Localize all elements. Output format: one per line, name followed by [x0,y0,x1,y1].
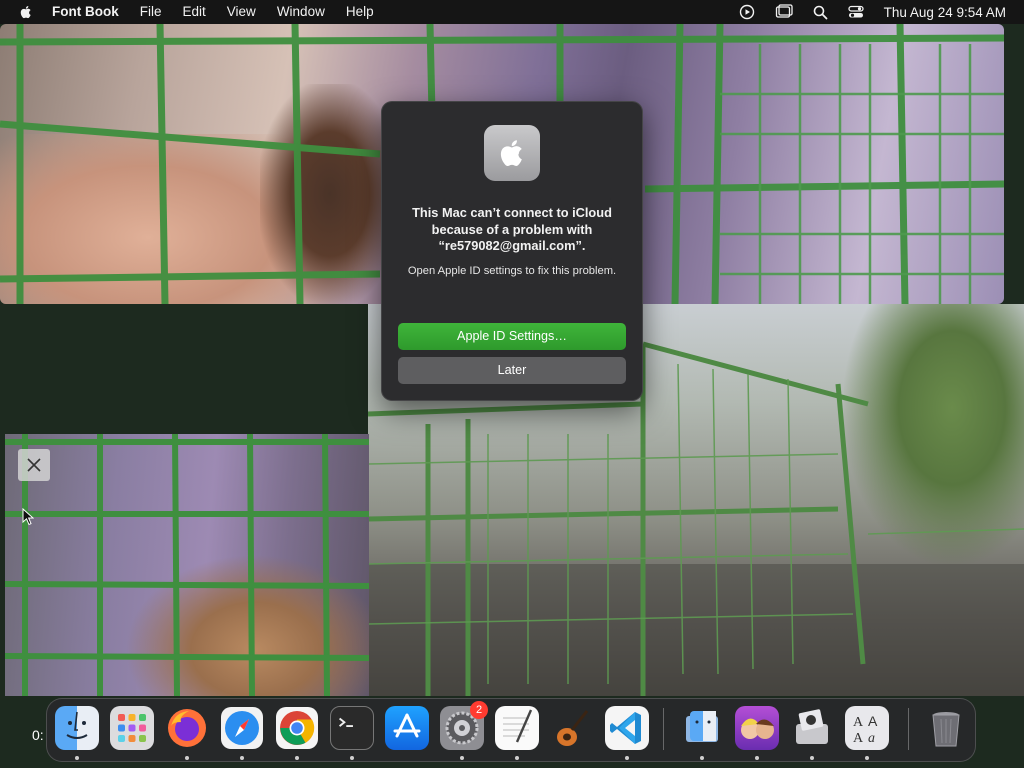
menu-file[interactable]: File [140,0,162,24]
monkey-shape [260,84,400,304]
running-indicator [625,756,629,760]
menu-view[interactable]: View [227,0,256,24]
terminal-icon[interactable] [330,706,374,750]
safari-icon[interactable] [220,706,264,750]
monkey-shape-2 [125,554,369,696]
menu-edit[interactable]: Edit [183,0,206,24]
close-icon [27,458,41,472]
trees-shape [844,304,1024,564]
dialog-title: This Mac can’t connect to iCloud because… [412,205,612,253]
apple-menu-icon[interactable] [18,4,34,20]
later-button[interactable]: Later [398,357,626,384]
video-close-button[interactable] [18,449,50,481]
menu-window[interactable]: Window [277,0,325,24]
running-indicator [460,756,464,760]
search-icon[interactable] [813,5,828,20]
icloud-alert-dialog: This Mac can’t connect to iCloud because… [381,101,643,401]
trash-icon[interactable] [924,706,968,750]
running-indicator [810,756,814,760]
apple-logo-icon [484,125,540,181]
font-book-icon[interactable]: AAAa [845,706,889,750]
game-icon[interactable] [735,706,779,750]
play-circle-icon[interactable] [739,4,755,20]
chrome-icon[interactable] [275,706,319,750]
dock: 2 AAAa [46,698,976,762]
notification-badge: 2 [470,701,488,719]
control-center-icon[interactable] [848,4,864,20]
textedit-icon[interactable] [495,706,539,750]
status-area: Thu Aug 24 9:54 AM [719,0,1006,24]
garageband-icon[interactable] [550,706,594,750]
window-icon[interactable] [775,4,793,20]
app-store-icon[interactable] [385,706,429,750]
mouse-pointer-icon [22,508,34,526]
svg-text:A: A [868,713,878,729]
running-indicator [865,756,869,760]
video-frame-left [5,434,369,696]
video-timestamp-fragment: 0: [32,727,44,743]
dialog-message: Open Apple ID settings to fix this probl… [407,265,617,277]
menubar-clock[interactable]: Thu Aug 24 9:54 AM [884,5,1006,20]
running-indicator [350,756,354,760]
disk-utility-icon[interactable] [790,706,834,750]
running-indicator [700,756,704,760]
svg-text:A: A [853,715,864,730]
vscode-icon[interactable] [605,706,649,750]
dock-separator [908,708,909,750]
folder-finder-icon[interactable] [680,706,724,750]
running-indicator [755,756,759,760]
finder-icon[interactable] [55,706,99,750]
running-indicator [75,756,79,760]
running-indicator [240,756,244,760]
running-indicator [185,756,189,760]
svg-text:a: a [868,731,875,746]
svg-text:A: A [853,731,864,746]
dock-separator [663,708,664,750]
launchpad-icon[interactable] [110,706,154,750]
running-indicator [515,756,519,760]
firefox-icon[interactable] [165,706,209,750]
running-indicator [295,756,299,760]
apple-id-settings-button[interactable]: Apple ID Settings… [398,323,626,350]
menu-app-name[interactable]: Font Book [52,0,119,24]
menu-help[interactable]: Help [346,0,374,24]
menu-bar: Font Book File Edit View Window Help Thu… [0,0,1024,24]
